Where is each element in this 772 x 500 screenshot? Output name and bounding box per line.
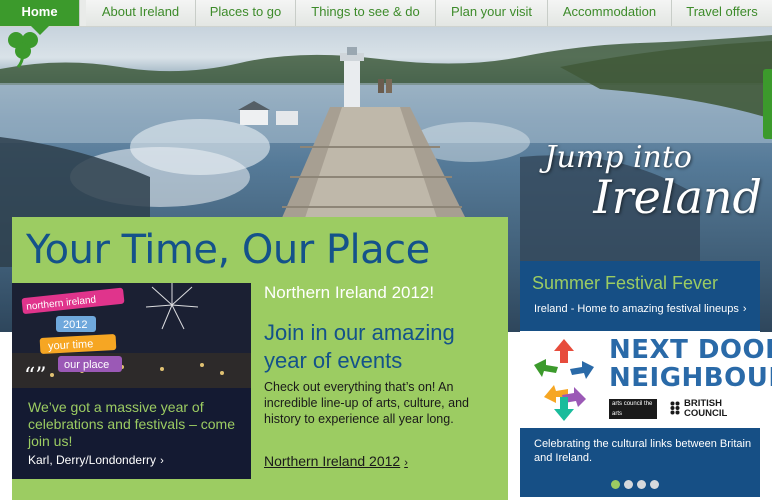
chevron-right-icon: ›: [742, 303, 747, 315]
main-nav: Home About Ireland Places to go Things t…: [0, 0, 772, 35]
carousel-dot-2[interactable]: [624, 480, 633, 489]
culture-caption-panel: Celebrating the cultural links between B…: [520, 428, 760, 497]
chevron-right-icon: ›: [404, 457, 408, 469]
feature-subtitle: Northern Ireland 2012!: [264, 283, 435, 302]
hero-side-tab[interactable]: [763, 69, 772, 139]
promo-badge-line4: our place: [64, 359, 109, 371]
culture-caption: Celebrating the cultural links between B…: [534, 438, 752, 464]
carousel-dots: [611, 476, 663, 494]
nav-tab-travel-offers[interactable]: Travel offers: [672, 0, 772, 26]
british-council-dots-icon: [670, 401, 680, 415]
bc-line2: COUNCIL: [684, 408, 728, 419]
feature-body: Check out everything that’s on! An incre…: [264, 380, 469, 426]
arrows-logo-icon: [534, 339, 594, 421]
quote-box: We’ve got a massive year of celebrations…: [12, 388, 251, 479]
quote-text: We’ve got a massive year of celebrations…: [28, 399, 235, 449]
arts-council-logo: arts council the arts: [609, 399, 657, 419]
promo-badge-line2: 2012: [63, 319, 87, 331]
carousel-dot-3[interactable]: [637, 480, 646, 489]
promo-image[interactable]: northern ireland 2012 your time our plac…: [12, 283, 251, 388]
nav-tab-label: Accommodation: [562, 4, 657, 19]
carousel-dot-1[interactable]: [611, 480, 620, 489]
festival-link[interactable]: Ireland - Home to amazing festival lineu…: [534, 303, 747, 315]
nav-tab-places-to-go[interactable]: Places to go: [196, 0, 296, 26]
festival-title: Summer Festival Fever: [532, 273, 719, 293]
quote-mark-icon: “”: [24, 364, 47, 388]
british-council-logo: BRITISH COUNCIL: [670, 399, 727, 419]
fireworks-image: northern ireland 2012 your time our plac…: [12, 283, 251, 388]
carousel-dot-4[interactable]: [650, 480, 659, 489]
nav-tab-label: Places to go: [209, 4, 282, 19]
quote-author-link[interactable]: Karl, Derry/Londonderry ›: [28, 453, 164, 467]
active-tab-pointer: [31, 26, 49, 35]
nav-tab-home[interactable]: Home: [0, 0, 80, 26]
feature-title: Your Time, Our Place: [26, 227, 430, 273]
festival-panel[interactable]: Summer Festival Fever Ireland - Home to …: [520, 261, 760, 331]
quote-author: Karl, Derry/Londonderry: [28, 453, 157, 467]
feature-heading: Join in our amazing year of events: [264, 320, 455, 373]
hero-line2: Ireland: [593, 170, 762, 224]
hero-slogan: Jump into Ireland: [532, 142, 762, 224]
feature-link[interactable]: Northern Ireland 2012 ›: [264, 453, 408, 469]
nav-tab-label: Home: [21, 4, 58, 19]
ndn-line1: NEXT DOOR: [609, 335, 772, 365]
feature-link-label: Northern Ireland 2012: [264, 453, 401, 469]
festival-link-label: Ireland - Home to amazing festival lineu…: [534, 303, 739, 315]
feature-panel: Your Time, Our Place Northern Ireland 20…: [12, 217, 508, 500]
nav-tab-plan-your-visit[interactable]: Plan your visit: [436, 0, 548, 26]
next-door-neighbours-banner[interactable]: NEXT DOOR NEIGHBOURS arts council the ar…: [520, 331, 772, 428]
nav-tab-about-ireland[interactable]: About Ireland: [86, 0, 196, 26]
arts-line2: council: [623, 401, 643, 407]
nav-tab-accommodation[interactable]: Accommodation: [548, 0, 672, 26]
chevron-right-icon: ›: [160, 455, 164, 467]
promo-badge-line3: your time: [48, 338, 94, 352]
nav-tab-label: Things to see & do: [311, 4, 420, 19]
arts-line1: arts: [612, 401, 623, 407]
nav-tab-label: About Ireland: [101, 4, 180, 19]
nav-tab-label: Travel offers: [686, 4, 758, 19]
ndn-line2: NEIGHBOURS: [609, 363, 772, 393]
nav-tab-label: Plan your visit: [451, 4, 532, 19]
nav-tab-things-to-see[interactable]: Things to see & do: [296, 0, 436, 26]
